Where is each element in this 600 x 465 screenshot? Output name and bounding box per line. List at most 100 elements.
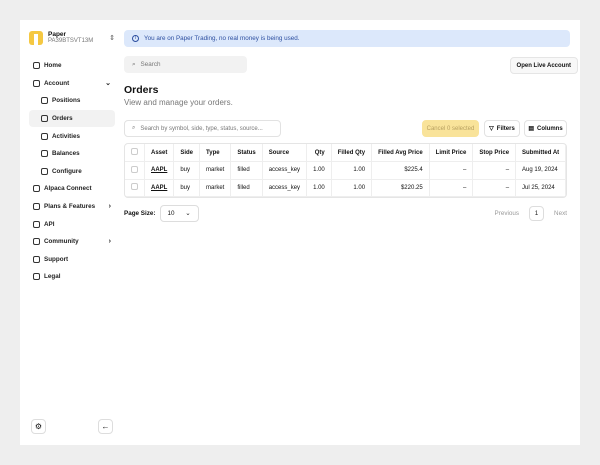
- column-header[interactable]: Side: [173, 144, 201, 163]
- configure-icon: [41, 167, 48, 175]
- settings-button[interactable]: ⚙: [31, 419, 46, 434]
- alpaca-connect-icon: [33, 185, 40, 193]
- positions-icon: [41, 97, 48, 105]
- filters-label: Filters: [496, 125, 515, 132]
- search-icon: ⌕: [132, 125, 136, 131]
- table-cell: filled: [230, 161, 263, 180]
- sidebar-item-configure[interactable]: Configure: [29, 163, 115, 181]
- search-placeholder: Search by symbol, side, type, status, so…: [140, 125, 263, 132]
- column-header[interactable]: Filled Avg Price: [371, 144, 430, 163]
- account-name: Paper: [48, 31, 67, 38]
- sidebar-item-label: Positions: [52, 97, 81, 105]
- chevron-icon: ⌄: [105, 80, 111, 88]
- table-header-row: Asset Side Type Status Source Qty Filled Qty Fi…: [125, 144, 566, 163]
- activities-icon: [41, 132, 48, 140]
- sidebar-nav: Home Account ⌄ Positions Orders Activities Bal…: [29, 57, 115, 286]
- global-search-input[interactable]: ⌕ Search: [124, 56, 247, 73]
- table-cell: 1.00: [331, 179, 373, 197]
- table-cell[interactable]: AAPL: [144, 161, 175, 180]
- cancel-selected-button[interactable]: Cancel 0 selected: [422, 120, 479, 137]
- column-header[interactable]: Source: [262, 144, 308, 163]
- sidebar-item-label: Community: [44, 238, 79, 246]
- table-cell: market: [199, 161, 232, 180]
- column-header[interactable]: Status: [230, 144, 263, 163]
- sidebar-item-orders[interactable]: Orders: [29, 109, 115, 128]
- sidebar-item-home[interactable]: Home: [29, 57, 115, 75]
- table-cell[interactable]: AAPL: [144, 179, 175, 197]
- column-header[interactable]: Asset: [144, 144, 175, 163]
- orders-search-input[interactable]: ⌕ Search by symbol, side, type, status, s…: [124, 120, 281, 137]
- table-cell: –: [429, 179, 474, 197]
- table-cell: market: [199, 179, 232, 197]
- filters-button[interactable]: ▽ Filters: [484, 120, 520, 137]
- column-header[interactable]: Qty: [306, 144, 332, 163]
- filter-icon: ▽: [489, 126, 494, 132]
- pagination: Previous 1 Next: [495, 206, 567, 221]
- table-cell: 1.00: [306, 161, 332, 180]
- arrow-left-icon: ←: [101, 422, 110, 431]
- balances-icon: [41, 150, 48, 158]
- table-cell: filled: [230, 179, 263, 197]
- row-checkbox[interactable]: [125, 179, 145, 197]
- next-button[interactable]: Next: [554, 210, 567, 217]
- columns-button[interactable]: ▤ Columns: [524, 120, 567, 137]
- column-header[interactable]: Submitted At: [515, 144, 566, 163]
- page-1-button[interactable]: 1: [529, 206, 545, 221]
- chevron-updown-icon: ⇕: [109, 35, 115, 42]
- table-cell: $220.25: [371, 179, 430, 197]
- orders-icon: [41, 115, 48, 123]
- paper-trading-banner: i You are on Paper Trading, no real money…: [124, 30, 570, 47]
- column-header[interactable]: Filled Qty: [331, 144, 373, 163]
- sidebar-item-account[interactable]: Account ⌄: [29, 75, 115, 93]
- account-icon: [33, 79, 40, 87]
- page-size-select[interactable]: 10 ⌄: [159, 205, 199, 222]
- home-icon: [33, 62, 40, 70]
- table-cell: Aug 19, 2024: [515, 161, 566, 180]
- search-icon: ⌕: [132, 60, 136, 68]
- row-checkbox[interactable]: [125, 161, 145, 180]
- sidebar-item-label: Configure: [52, 167, 82, 175]
- legal-icon: [33, 273, 40, 281]
- column-header[interactable]: Type: [199, 144, 232, 163]
- page-subtitle: View and manage your orders.: [124, 98, 233, 107]
- columns-icon: ▤: [528, 126, 534, 132]
- sidebar-item-api[interactable]: API: [29, 215, 115, 233]
- select-all-checkbox[interactable]: [125, 144, 145, 163]
- page-title: Orders: [124, 84, 159, 96]
- chevron-icon: ›: [108, 203, 111, 211]
- account-switcher[interactable]: Paper PA39BTSVT13M ⇕: [29, 31, 115, 45]
- column-header[interactable]: Limit Price: [429, 144, 474, 163]
- sidebar-item-community[interactable]: Community ›: [29, 233, 115, 251]
- sidebar-item-label: Balances: [52, 150, 80, 158]
- table-cell: Jul 25, 2024: [515, 179, 566, 197]
- chevron-down-icon: ⌄: [185, 210, 191, 217]
- account-id: PA39BTSVT13M: [48, 38, 94, 44]
- collapse-sidebar-button[interactable]: ←: [98, 419, 113, 434]
- banner-text: You are on Paper Trading, no real money …: [144, 35, 300, 42]
- sidebar-item-positions[interactable]: Positions: [29, 92, 115, 110]
- sidebar: Paper PA39BTSVT13M ⇕ Home Account ⌄ Position…: [20, 20, 120, 445]
- sidebar-item-balances[interactable]: Balances: [29, 145, 115, 163]
- column-header[interactable]: Stop Price: [472, 144, 517, 163]
- app-window: Paper PA39BTSVT13M ⇕ Home Account ⌄ Position…: [20, 20, 580, 445]
- previous-button[interactable]: Previous: [495, 210, 520, 217]
- sidebar-item-support[interactable]: Support: [29, 251, 115, 269]
- chevron-icon: ›: [108, 238, 111, 246]
- sidebar-item-label: Alpaca Connect: [44, 185, 92, 193]
- sidebar-item-alpaca-connect[interactable]: Alpaca Connect: [29, 180, 115, 198]
- support-icon: [33, 255, 40, 263]
- page-size: Page Size: 10 ⌄: [124, 205, 199, 222]
- table-cell: –: [429, 161, 474, 180]
- orders-table: Asset Side Type Status Source Qty Filled Qty Fi…: [124, 143, 567, 198]
- page-size-label: Page Size:: [124, 210, 156, 217]
- sidebar-item-label: Home: [44, 62, 62, 70]
- table-cell: access_key: [262, 161, 308, 180]
- table-cell: buy: [173, 161, 201, 180]
- sidebar-item-legal[interactable]: Legal: [29, 268, 115, 286]
- community-icon: [33, 238, 40, 246]
- sidebar-item-label: Legal: [44, 273, 61, 281]
- sidebar-item-activities[interactable]: Activities: [29, 127, 115, 145]
- open-live-account-button[interactable]: Open Live Account: [509, 57, 578, 74]
- sidebar-item-label: API: [44, 220, 55, 228]
- sidebar-item-plans-features[interactable]: Plans & Features ›: [29, 198, 115, 216]
